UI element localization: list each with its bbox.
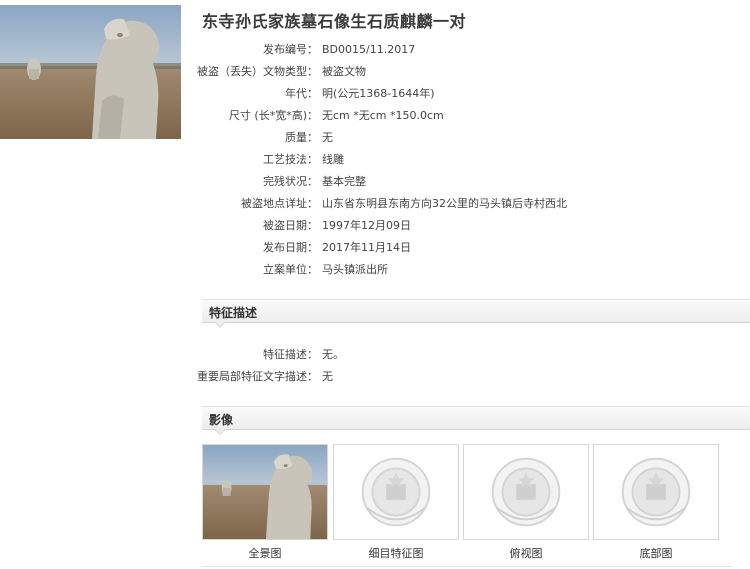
- info-row-type: 被盗（丢失）文物类型： 被盗文物: [190, 64, 366, 80]
- features-section-header: 特征描述: [202, 299, 750, 328]
- feature-value: 无: [322, 370, 333, 383]
- feature-row-description: 特征描述： 无。: [190, 347, 344, 363]
- info-label: 立案单位：: [263, 263, 318, 276]
- info-row-era: 年代： 明(公元1368-1644年): [190, 86, 435, 102]
- feature-label: 重要局部特征文字描述：: [197, 370, 318, 383]
- main-relic-photo[interactable]: [0, 5, 181, 139]
- thumb-panorama[interactable]: [202, 444, 328, 540]
- page-title: 东寺孙氏家族墓石像生石质麒麟一对: [202, 12, 467, 31]
- info-label: 被盗（丢失）文物类型：: [197, 65, 318, 78]
- info-row-stolen-date: 被盗日期： 1997年12月09日: [190, 218, 411, 234]
- info-value: 基本完整: [322, 175, 366, 188]
- feature-value: 无。: [322, 348, 344, 361]
- info-value: 山东省东明县东南方向32公里的马头镇后寺村西北: [322, 197, 567, 210]
- info-label: 年代：: [285, 87, 318, 100]
- thumb-label-top-view[interactable]: 俯视图: [463, 545, 589, 561]
- info-label: 被盗日期：: [263, 219, 318, 232]
- police-emblem-icon: [361, 457, 431, 527]
- info-value: 马头镇派出所: [322, 263, 388, 276]
- feature-row-key-detail: 重要局部特征文字描述： 无: [190, 369, 333, 385]
- section-title: 影像: [209, 413, 234, 427]
- thumb-label-bottom-view[interactable]: 底部图: [593, 545, 719, 561]
- thumb-top-view[interactable]: [463, 444, 589, 540]
- images-section-header: 影像: [202, 406, 750, 435]
- police-emblem-icon: [621, 457, 691, 527]
- info-value: 明(公元1368-1644年): [322, 87, 435, 100]
- info-label: 发布编号：: [263, 43, 318, 56]
- info-row-publish-date: 发布日期： 2017年11月14日: [190, 240, 411, 256]
- info-row-technique: 工艺技法： 线雕: [190, 152, 344, 168]
- police-emblem-icon: [491, 457, 561, 527]
- info-value: 被盗文物: [322, 65, 366, 78]
- info-value: 无cm *无cm *150.0cm: [322, 109, 444, 122]
- info-value: 无: [322, 131, 333, 144]
- info-label: 尺寸 (长*宽*高)：: [228, 109, 318, 122]
- info-row-code: 发布编号： BD0015/11.2017: [190, 42, 415, 58]
- feature-label: 特征描述：: [263, 348, 318, 361]
- info-row-mass: 质量： 无: [190, 130, 333, 146]
- info-row-location: 被盗地点详址： 山东省东明县东南方向32公里的马头镇后寺村西北: [190, 196, 567, 212]
- info-label: 工艺技法：: [263, 153, 318, 166]
- info-row-condition: 完残状况： 基本完整: [190, 174, 366, 190]
- info-label: 质量：: [285, 131, 318, 144]
- thumb-bottom-view[interactable]: [593, 444, 719, 540]
- info-row-filing-unit: 立案单位： 马头镇派出所: [190, 262, 388, 278]
- info-value: 2017年11月14日: [322, 241, 411, 254]
- section-title: 特征描述: [209, 306, 258, 320]
- thumb-label-panorama[interactable]: 全景图: [202, 545, 328, 561]
- info-value: 线雕: [322, 153, 344, 166]
- info-row-size: 尺寸 (长*宽*高)： 无cm *无cm *150.0cm: [190, 108, 444, 124]
- info-label: 被盗地点详址：: [241, 197, 318, 210]
- thumb-label-detail[interactable]: 细目特征图: [333, 545, 459, 561]
- info-value: BD0015/11.2017: [322, 43, 416, 56]
- divider: [202, 566, 732, 567]
- thumb-detail[interactable]: [333, 444, 459, 540]
- info-label: 发布日期：: [263, 241, 318, 254]
- info-value: 1997年12月09日: [322, 219, 411, 232]
- info-label: 完残状况：: [263, 175, 318, 188]
